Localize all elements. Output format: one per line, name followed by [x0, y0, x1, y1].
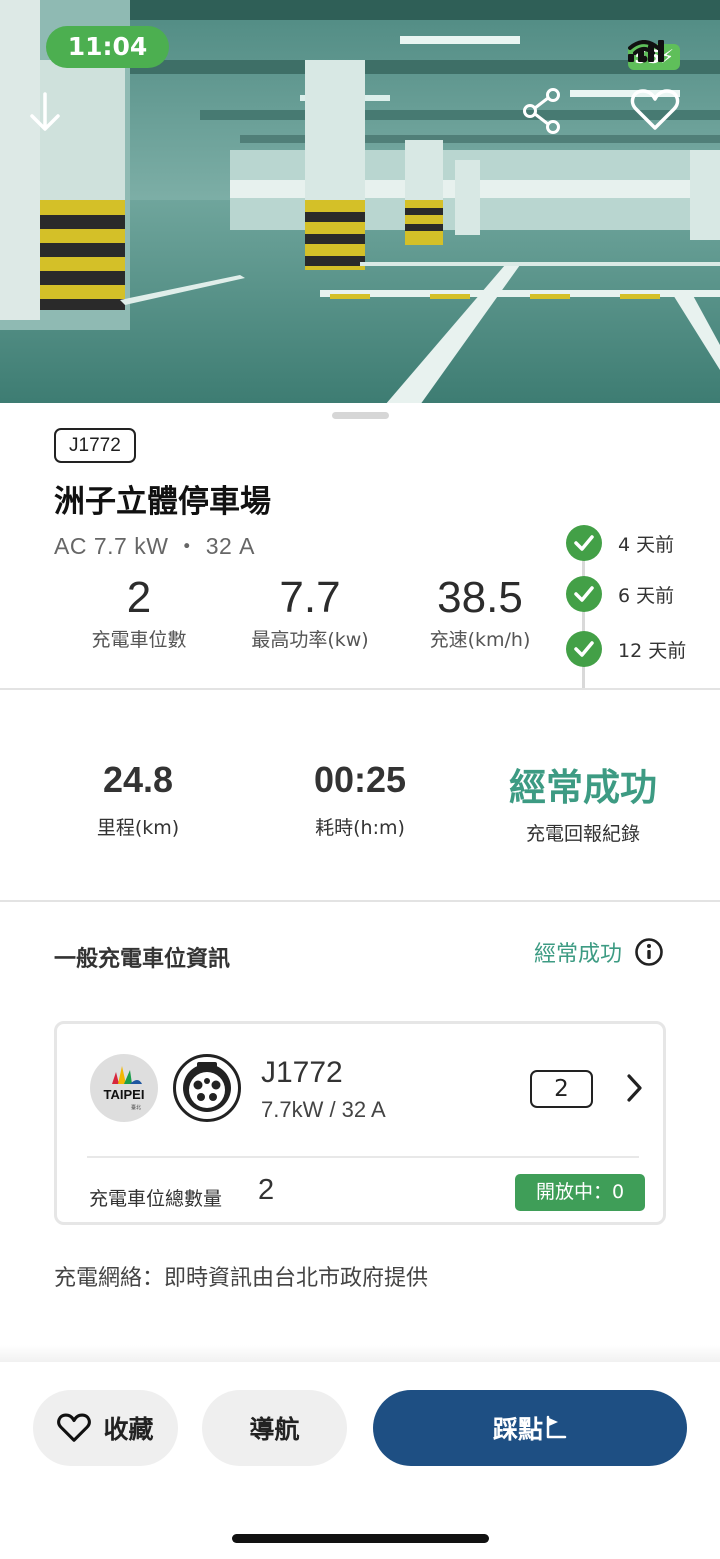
- navigate-button[interactable]: 導航: [202, 1390, 347, 1466]
- share-button[interactable]: [522, 88, 570, 140]
- taipei-logo-graphic: TAIPEI 臺北: [104, 1066, 145, 1111]
- wifi-icon: [628, 40, 661, 63]
- summary-value: 24.8: [102, 759, 174, 800]
- checkin-button[interactable]: 踩點: [373, 1390, 687, 1466]
- report-time: 6 天前: [618, 584, 675, 607]
- checkin-label: 踩點: [492, 1415, 543, 1444]
- station-spec: AC 7.7 kW ・ 32 A: [54, 533, 256, 559]
- stat-max-power: 7.7 最高功率(kw): [230, 573, 390, 652]
- network-info: 充電網絡：即時資訊由台北市政府提供: [54, 1266, 429, 1291]
- station-photo: 11:04 55⚡: [0, 0, 720, 405]
- charger-name: J1772: [261, 1056, 343, 1089]
- navigate-label: 導航: [249, 1415, 300, 1444]
- report-item: 12 天前: [566, 631, 686, 667]
- favorite-action-label: 收藏: [103, 1415, 154, 1444]
- download-button[interactable]: [28, 92, 74, 138]
- station-name: 洲子立體停車場: [54, 484, 271, 520]
- info-icon[interactable]: [634, 937, 664, 967]
- card-divider: [87, 1156, 639, 1158]
- stat-label: 充速(km/h): [429, 629, 531, 651]
- taipei-logo: TAIPEI 臺北: [90, 1054, 158, 1122]
- report-time: 4 天前: [618, 533, 675, 556]
- check-circle-icon: [566, 525, 602, 561]
- report-item: 4 天前: [566, 525, 674, 561]
- report-time: 12 天前: [618, 639, 687, 662]
- summary-label: 充電回報紀錄: [525, 823, 640, 845]
- stat-value: 38.5: [437, 573, 523, 622]
- charger-spec: 7.7kW / 32 A: [261, 1097, 386, 1122]
- total-spots-label: 充電車位總數量: [89, 1188, 223, 1210]
- flag-icon: [546, 1415, 567, 1439]
- report-item: 6 天前: [566, 576, 674, 612]
- section-status[interactable]: 經常成功: [534, 936, 664, 968]
- taipei-logo-subtext: 臺北: [131, 1104, 141, 1111]
- stat-spot-count: 2 充電車位數: [64, 573, 214, 652]
- favorite-button[interactable]: [630, 88, 688, 140]
- heart-outline-icon: [630, 89, 680, 130]
- stat-charge-speed: 38.5 充速(km/h): [404, 573, 556, 652]
- check-circle-icon: [566, 631, 602, 667]
- section-title: 一般充電車位資訊: [54, 947, 231, 972]
- total-spots-value: 2: [258, 1174, 275, 1206]
- share-icon: [523, 88, 560, 134]
- charger-count-badge: 2: [530, 1070, 593, 1108]
- summary-charge-record[interactable]: 經常成功 充電回報紀錄: [492, 757, 674, 846]
- summary-record-value: 經常成功: [509, 766, 657, 809]
- arrow-down-icon: [30, 92, 60, 131]
- open-status-badge: 開放中：0: [515, 1174, 645, 1211]
- status-icons: 55⚡: [628, 40, 680, 74]
- stat-label: 充電車位數: [91, 629, 187, 651]
- summary-label: 耗時(h:m): [315, 817, 405, 839]
- stat-value: 2: [126, 573, 152, 622]
- summary-duration: 00:25 耗時(h:m): [280, 759, 440, 840]
- summary-label: 里程(km): [96, 817, 180, 839]
- summary-value: 00:25: [313, 759, 407, 800]
- summary-mileage: 24.8 里程(km): [58, 759, 218, 840]
- drag-handle[interactable]: [332, 412, 389, 419]
- section-status-text: 經常成功: [533, 942, 622, 967]
- section-divider: [0, 688, 720, 690]
- chevron-right-icon[interactable]: [625, 1073, 645, 1107]
- status-time: 11:04: [46, 26, 169, 68]
- stat-value: 7.7: [279, 573, 341, 622]
- taipei-logo-text: TAIPEI: [104, 1087, 145, 1102]
- bottom-bar-shadow: [0, 1345, 720, 1363]
- home-indicator: [232, 1534, 489, 1543]
- heart-outline-icon: [57, 1413, 92, 1442]
- section-divider: [0, 900, 720, 902]
- charger-card[interactable]: TAIPEI 臺北 J1772 7.7kW / 32 A 2 充電車位總數量 2: [54, 1021, 666, 1225]
- favorite-action-button[interactable]: 收藏: [33, 1390, 178, 1466]
- check-circle-icon: [566, 576, 602, 612]
- bottom-action-bar: 收藏 導航 踩點: [0, 1362, 720, 1559]
- j1772-plug-icon: [173, 1054, 241, 1122]
- stat-label: 最高功率(kw): [251, 629, 369, 651]
- connector-tag: J1772: [54, 428, 136, 463]
